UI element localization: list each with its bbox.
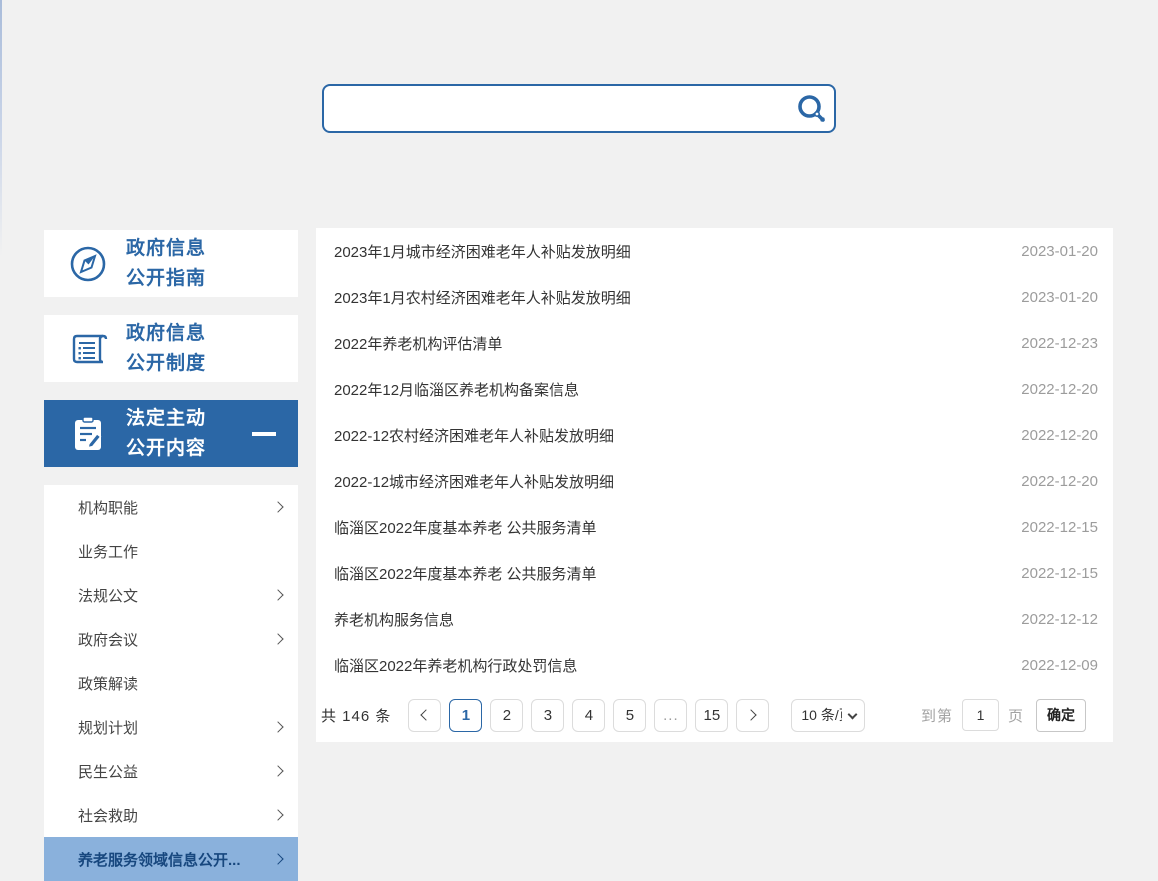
list-item[interactable]: 2022年12月临淄区养老机构备案信息 2022-12-20 (316, 366, 1113, 412)
next-page-button[interactable] (736, 699, 769, 732)
list-item[interactable]: 临淄区2022年度基本养老 公共服务清单 2022-12-15 (316, 504, 1113, 550)
page-button-15[interactable]: 15 (695, 699, 728, 732)
list-item-date: 2022-12-20 (1021, 381, 1098, 398)
list-item[interactable]: 2023年1月城市经济困难老年人补贴发放明细 2023-01-20 (316, 228, 1113, 274)
list-item[interactable]: 临淄区2022年度基本养老 公共服务清单 2022-12-15 (316, 550, 1113, 596)
list-item-title: 临淄区2022年养老机构行政处罚信息 (334, 655, 577, 676)
submenu-item-policy-interpretation[interactable]: 政策解读 (44, 661, 298, 705)
document-list-panel: 2023年1月城市经济困难老年人补贴发放明细 2023-01-20 2023年1… (316, 228, 1113, 742)
list-item-title: 2023年1月农村经济困难老年人补贴发放明细 (334, 287, 631, 308)
page-button-2[interactable]: 2 (490, 699, 523, 732)
list-item-date: 2022-12-20 (1021, 427, 1098, 444)
submenu-item-regulations[interactable]: 法规公文 (44, 573, 298, 617)
search-icon (796, 93, 828, 125)
list-item-title: 2022-12城市经济困难老年人补贴发放明细 (334, 471, 614, 492)
list-item-date: 2022-12-20 (1021, 473, 1098, 490)
chevron-right-icon (272, 853, 283, 864)
sidebar-item-label: 法定主动 公开内容 (126, 404, 206, 464)
search-input[interactable] (324, 86, 790, 131)
list-item-title: 2022年12月临淄区养老机构备案信息 (334, 379, 579, 400)
chevron-left-icon (421, 709, 432, 720)
compass-icon (62, 244, 114, 284)
list-item-date: 2022-12-09 (1021, 657, 1098, 674)
search-bar (322, 84, 836, 133)
page-ellipsis-button[interactable]: ... (654, 699, 687, 732)
chevron-right-icon (272, 501, 283, 512)
goto-prefix-label: 到第 (921, 705, 953, 726)
list-item[interactable]: 临淄区2022年养老机构行政处罚信息 2022-12-09 (316, 642, 1113, 688)
list-item[interactable]: 2023年1月农村经济困难老年人补贴发放明细 2023-01-20 (316, 274, 1113, 320)
prev-page-button[interactable] (408, 699, 441, 732)
collapse-minus-icon[interactable] (252, 432, 276, 436)
pagination-bar: 共 146 条 1 2 3 4 5 ... 15 10 条/页 到第 页 确定 (316, 688, 1113, 742)
search-button[interactable] (790, 86, 834, 131)
list-item-title: 2022年养老机构评估清单 (334, 333, 502, 354)
list-item-title: 养老机构服务信息 (334, 609, 454, 630)
list-item-date: 2022-12-12 (1021, 611, 1098, 628)
list-item[interactable]: 2022-12城市经济困难老年人补贴发放明细 2022-12-20 (316, 458, 1113, 504)
sidebar-submenu: 机构职能 业务工作 法规公文 政府会议 政策解读 规划计划 民生公益 社会救助 (44, 485, 298, 881)
goto-page-group: 到第 页 确定 (921, 699, 1086, 732)
list-item-date: 2023-01-20 (1021, 243, 1098, 260)
list-item-date: 2022-12-15 (1021, 519, 1098, 536)
chevron-right-icon (272, 633, 283, 644)
page-size-select[interactable]: 10 条/页 (791, 699, 865, 732)
sidebar-item-open-guide[interactable]: 政府信息 公开指南 (44, 230, 298, 297)
list-item-title: 2022-12农村经济困难老年人补贴发放明细 (334, 425, 614, 446)
list-item-date: 2023-01-20 (1021, 289, 1098, 306)
sidebar-item-label: 政府信息 公开指南 (126, 234, 206, 294)
sidebar-item-label: 政府信息 公开制度 (126, 319, 206, 379)
list-item-title: 2023年1月城市经济困难老年人补贴发放明细 (334, 241, 631, 262)
page-button-3[interactable]: 3 (531, 699, 564, 732)
submenu-item-agency-functions[interactable]: 机构职能 (44, 485, 298, 529)
left-edge-decoration (0, 0, 2, 854)
sidebar: 政府信息 公开指南 政府信息 公开制度 (44, 230, 298, 881)
list-item-title: 临淄区2022年度基本养老 公共服务清单 (334, 517, 597, 538)
goto-page-input[interactable] (962, 699, 999, 731)
page-button-1[interactable]: 1 (449, 699, 482, 732)
page-size-select-wrap: 10 条/页 (791, 699, 865, 732)
chevron-right-icon (272, 765, 283, 776)
confirm-button[interactable]: 确定 (1036, 699, 1086, 732)
goto-suffix-label: 页 (1008, 705, 1024, 726)
submenu-item-elderly-care-disclosure[interactable]: 养老服务领域信息公开... (44, 837, 298, 881)
submenu-item-social-assistance[interactable]: 社会救助 (44, 793, 298, 837)
chevron-right-icon (272, 589, 283, 600)
sidebar-item-open-system[interactable]: 政府信息 公开制度 (44, 315, 298, 382)
clipboard-pencil-icon (62, 414, 114, 454)
submenu-item-business-work[interactable]: 业务工作 (44, 529, 298, 573)
list-item[interactable]: 养老机构服务信息 2022-12-12 (316, 596, 1113, 642)
list-item-title: 临淄区2022年度基本养老 公共服务清单 (334, 563, 597, 584)
list-item[interactable]: 2022年养老机构评估清单 2022-12-23 (316, 320, 1113, 366)
chevron-right-icon (272, 721, 283, 732)
list-item[interactable]: 2022-12农村经济困难老年人补贴发放明细 2022-12-20 (316, 412, 1113, 458)
submenu-item-public-welfare[interactable]: 民生公益 (44, 749, 298, 793)
submenu-item-government-meetings[interactable]: 政府会议 (44, 617, 298, 661)
sidebar-item-statutory-disclosure[interactable]: 法定主动 公开内容 (44, 400, 298, 467)
chevron-right-icon (746, 709, 757, 720)
total-count-label: 共 146 条 (321, 705, 391, 726)
page-button-4[interactable]: 4 (572, 699, 605, 732)
list-item-date: 2022-12-15 (1021, 565, 1098, 582)
submenu-item-planning[interactable]: 规划计划 (44, 705, 298, 749)
document-icon (62, 329, 114, 369)
page-button-5[interactable]: 5 (613, 699, 646, 732)
chevron-right-icon (272, 809, 283, 820)
list-item-date: 2022-12-23 (1021, 335, 1098, 352)
